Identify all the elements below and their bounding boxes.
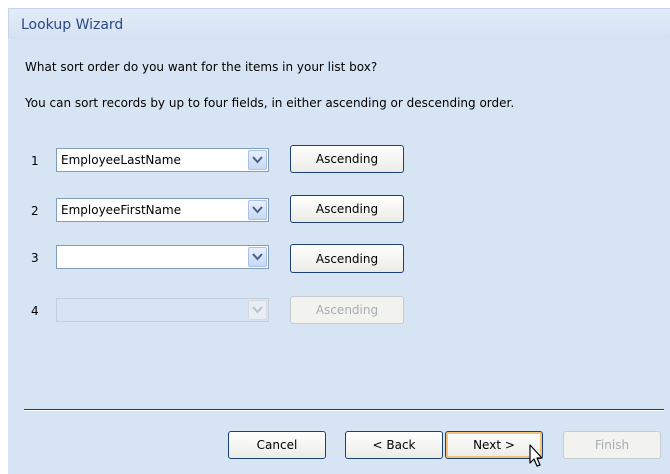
sort-order-2-button[interactable]: Ascending <box>290 195 404 223</box>
sort-hint: You can sort records by up to four field… <box>25 96 515 110</box>
chevron-down-icon[interactable] <box>248 150 267 170</box>
back-button[interactable]: < Back <box>345 431 443 459</box>
chevron-down-icon[interactable] <box>248 200 267 220</box>
next-button-label: Next > <box>473 438 515 452</box>
cancel-button[interactable]: Cancel <box>228 431 326 459</box>
sort-field-2-value: EmployeeFirstName <box>61 203 182 217</box>
sort-order-3-button[interactable]: Ascending <box>290 244 404 273</box>
back-button-label: < Back <box>372 438 416 452</box>
sort-row-4-number: 4 <box>31 304 39 318</box>
sort-field-1-combo[interactable]: EmployeeLastName <box>56 148 269 172</box>
title-bar: Lookup Wizard <box>8 8 670 39</box>
sort-field-2-combo[interactable]: EmployeeFirstName <box>56 198 269 222</box>
sort-field-3-combo[interactable] <box>56 245 269 269</box>
sort-field-4-combo <box>56 298 269 322</box>
sort-row-1-number: 1 <box>31 154 39 168</box>
sort-row-3-number: 3 <box>31 251 39 265</box>
sort-order-4-button: Ascending <box>290 296 404 324</box>
chevron-down-icon <box>248 300 267 320</box>
mouse-cursor-icon <box>529 444 543 467</box>
finish-button-label: Finish <box>594 438 630 452</box>
finish-button: Finish <box>563 431 661 459</box>
sort-field-1-value: EmployeeLastName <box>61 153 181 167</box>
sort-question: What sort order do you want for the item… <box>25 60 378 74</box>
sort-row-2-number: 2 <box>31 204 39 218</box>
separator <box>24 409 664 411</box>
sort-order-1-button[interactable]: Ascending <box>290 145 404 173</box>
window-title: Lookup Wizard <box>21 17 124 33</box>
chevron-down-icon[interactable] <box>248 247 267 267</box>
